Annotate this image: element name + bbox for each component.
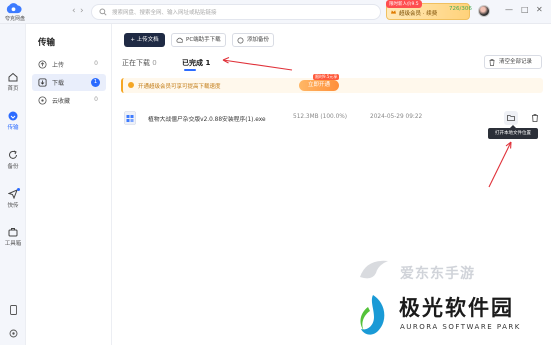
home-icon [8, 72, 18, 82]
tab-completed-count: 1 [205, 59, 211, 67]
new-indicator-dot [17, 188, 20, 191]
upload-icon [38, 60, 47, 69]
sidebar-item-download[interactable]: 下载 1 [32, 74, 106, 91]
banner-text: 开通超级会员可享可提高下载速度 [138, 84, 221, 90]
rail-label-send: 快传 [7, 203, 19, 209]
transfer-sidebar: 传输 上传 0 下载 1 云收藏 0 [26, 24, 112, 345]
banner-price-tag: 限时9.5元享 [313, 74, 340, 80]
rail-item-toolbox[interactable]: 工具箱 [0, 227, 26, 247]
pc-helper-download-label: PC端助手下载 [186, 37, 221, 43]
back-arrow-icon[interactable]: ‹ [72, 6, 76, 16]
nav-rail: 首页 传输 备份 快传 工具箱 [0, 24, 26, 345]
watermark-en-text: AURORA SOFTWARE PARK [400, 323, 521, 331]
exe-file-icon [124, 111, 136, 125]
rail-item-send[interactable]: 快传 [0, 188, 26, 209]
watermark-gray-logo [360, 260, 388, 279]
title-bar: 夸克网盘 ‹ › 搜索网盘、搜索全网、输入网址或粘贴链接 限时新人价9.5 超级… [0, 0, 551, 24]
app-name: 夸克网盘 [4, 16, 25, 22]
vip-promo-tag: 限时新人价9.5 [386, 0, 422, 8]
cloud-icon [38, 96, 47, 105]
vip-promo-banner: 开通超级会员可享可提高下载速度 立即开通 限时9.5元享 [121, 74, 543, 93]
avatar[interactable] [478, 5, 490, 17]
sidebar-item-cloud-favorites[interactable]: 云收藏 0 [32, 92, 106, 109]
vip-crown-icon [391, 10, 396, 14]
file-date: 2024-05-29 09:22 [370, 114, 423, 120]
sidebar-item-upload[interactable]: 上传 0 [32, 56, 106, 73]
minimize-button[interactable]: — [505, 5, 513, 14]
search-input[interactable]: 搜索网盘、搜索全网、输入网址或粘贴链接 [112, 8, 217, 16]
open-folder-button[interactable] [504, 111, 518, 125]
rail-label-toolbox: 工具箱 [4, 241, 22, 247]
rail-label-backup: 备份 [7, 164, 19, 170]
file-name: 植物大战僵尸杂交版v2.0.88安装程序(1).exe [148, 117, 266, 123]
tab-completed[interactable]: 已完成 1 [182, 58, 210, 68]
search-box[interactable]: 搜索网盘、搜索全网、输入网址或粘贴链接 [91, 4, 381, 20]
sidebar-item-count: 0 [94, 96, 98, 103]
sidebar-item-label: 上传 [52, 62, 65, 69]
search-icon [99, 8, 107, 16]
tab-completed-label: 已完成 [182, 59, 203, 67]
phone-icon [9, 305, 17, 315]
download-icon [38, 78, 47, 87]
tab-downloading-count: 0 [152, 59, 157, 67]
file-size: 512.3MB (100.0%) [293, 114, 348, 120]
watermark-cn-text: 极光软件园 [399, 296, 514, 320]
add-backup-button[interactable]: 添加备份 [232, 33, 275, 47]
trash-icon [532, 114, 538, 122]
sidebar-item-count-badge: 1 [91, 78, 100, 87]
backup-icon [9, 150, 17, 159]
delete-record-button[interactable] [528, 111, 542, 125]
aurora-logo-icon [360, 295, 385, 335]
active-tab-underline [184, 69, 196, 71]
sidebar-item-count: 0 [94, 60, 98, 67]
forward-arrow-icon[interactable]: › [80, 6, 84, 16]
sidebar-title: 传输 [38, 38, 56, 48]
vip-label: 超级会员 · 续费 [399, 11, 438, 17]
maximize-button[interactable]: □ [521, 5, 529, 14]
storage-quota: 726/306 [449, 6, 472, 12]
add-backup-label: 添加备份 [247, 37, 270, 43]
gear-icon [9, 329, 17, 338]
watermark-top-text: 爱东东手游 [400, 266, 475, 282]
tab-downloading-label: 正在下载 [122, 59, 150, 67]
app-logo-icon[interactable] [5, 2, 22, 14]
rail-item-home[interactable]: 首页 [0, 72, 26, 92]
rail-item-transfer[interactable]: 传输 [0, 111, 26, 131]
rail-item-backup[interactable]: 备份 [0, 150, 26, 170]
open-folder-tooltip: 打开本地文件位置 [488, 125, 538, 139]
trash-icon [489, 59, 495, 66]
sidebar-item-label: 下载 [52, 80, 65, 87]
warning-icon [128, 82, 134, 88]
tab-downloading[interactable]: 正在下载 0 [122, 58, 157, 68]
folder-icon [507, 115, 515, 121]
cloud-download-icon [176, 37, 183, 43]
transfer-icon [8, 111, 18, 121]
close-button[interactable]: ✕ [536, 5, 543, 14]
rail-item-settings[interactable] [0, 329, 26, 338]
sidebar-item-label: 云收藏 [52, 98, 71, 105]
refresh-icon [237, 37, 244, 44]
table-row[interactable]: 植物大战僵尸杂交版v2.0.88安装程序(1).exe 512.3MB (100… [121, 108, 545, 128]
rail-item-phone[interactable] [0, 305, 26, 315]
pc-helper-download-button[interactable]: PC端助手下载 [171, 33, 226, 47]
clear-all-records-button[interactable]: 清空全部记录 [484, 55, 542, 69]
toolbox-icon [8, 228, 18, 237]
open-vip-button[interactable]: 立即开通 [299, 80, 339, 91]
upload-file-button[interactable]: + 上传文档 [124, 33, 165, 47]
rail-label-home: 首页 [7, 86, 19, 92]
clear-all-records-label: 清空全部记录 [499, 59, 533, 65]
rail-label-transfer: 传输 [7, 125, 19, 131]
